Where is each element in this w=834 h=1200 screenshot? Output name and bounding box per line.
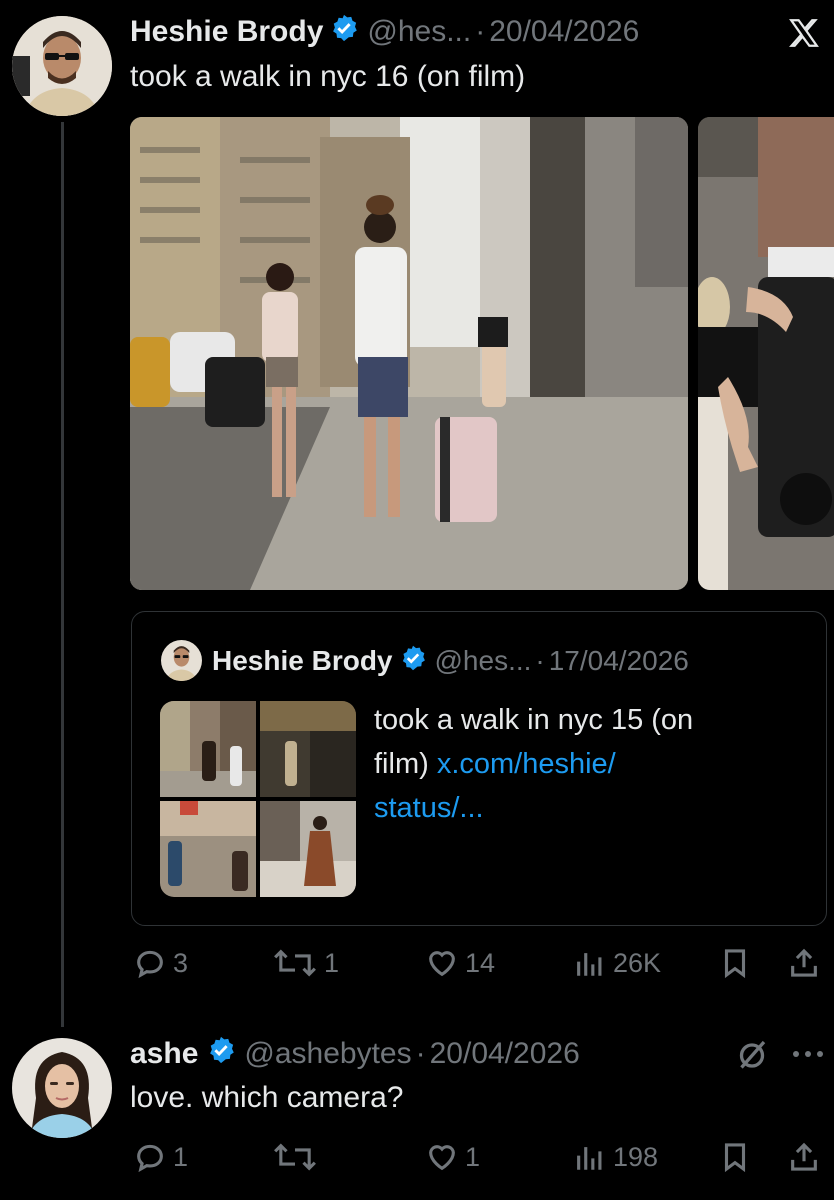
author-name[interactable]: Heshie Brody xyxy=(130,15,323,49)
reply-date[interactable]: 20/04/2026 xyxy=(430,1037,580,1071)
views-count: 26K xyxy=(613,947,662,978)
quote-link-continuation[interactable]: status/... xyxy=(374,786,693,830)
quote-author-handle: @hes... xyxy=(434,645,532,676)
tweet-date[interactable]: 20/04/2026 xyxy=(489,15,639,49)
tweet-photo-2[interactable] xyxy=(698,117,834,590)
like-count: 14 xyxy=(465,947,496,978)
quote-author-avatar xyxy=(161,640,202,681)
quote-text-line-1: took a walk in nyc 15 (on xyxy=(374,704,694,736)
like-button[interactable]: 14 xyxy=(425,946,495,980)
quote-author-name: Heshie Brody xyxy=(212,645,393,676)
views-count: 198 xyxy=(613,1141,659,1172)
reply-header: ashe @ashebytes · 20/04/2026 xyxy=(130,1034,580,1074)
repost-icon xyxy=(274,949,316,977)
heart-icon xyxy=(429,1145,455,1171)
reply-button[interactable]: 3 xyxy=(133,946,188,980)
tweet-header: Heshie Brody @hes... · 20/04/2026 xyxy=(130,12,639,52)
reply-count: 1 xyxy=(173,1141,189,1172)
tweet-photo-1[interactable] xyxy=(130,117,688,590)
author-avatar[interactable] xyxy=(12,16,112,116)
heart-icon xyxy=(429,951,455,977)
reply-button[interactable]: 1 xyxy=(133,1140,188,1174)
quote-link[interactable]: x.com/heshie/ xyxy=(437,748,616,780)
verified-badge-icon xyxy=(329,13,359,51)
quote-media-grid[interactable] xyxy=(160,701,356,897)
quote-thumb-1 xyxy=(160,701,256,797)
repost-icon xyxy=(274,1143,316,1171)
reply-icon xyxy=(137,950,163,979)
more-icon[interactable] xyxy=(790,1042,826,1071)
verified-badge-icon xyxy=(206,1035,236,1073)
thread-connector-line xyxy=(61,122,64,1027)
x-logo-icon[interactable] xyxy=(786,16,822,50)
reply-author-avatar[interactable] xyxy=(12,1038,112,1138)
like-count: 1 xyxy=(465,1141,481,1172)
separator-dot: · xyxy=(475,15,486,48)
bookmark-button[interactable] xyxy=(718,1140,752,1174)
repost-button[interactable]: 1 xyxy=(272,946,339,980)
quote-text-line-2: film) x.com/heshie/ xyxy=(374,742,693,786)
quote-text: took a walk in nyc 15 (on film) x.com/he… xyxy=(374,698,693,830)
share-button[interactable] xyxy=(787,1140,821,1174)
verified-badge-icon xyxy=(399,644,427,679)
repost-count: 1 xyxy=(324,947,340,978)
reply-author-handle[interactable]: @ashebytes xyxy=(244,1037,411,1071)
separator-dot: · xyxy=(415,1037,426,1070)
views-button[interactable]: 26K xyxy=(573,946,661,980)
share-icon xyxy=(791,948,817,977)
avatar-portrait-image xyxy=(12,16,112,116)
quote-thumb-2 xyxy=(260,701,356,797)
author-handle[interactable]: @hes... xyxy=(367,15,471,49)
bookmark-icon xyxy=(724,949,746,979)
separator-dot: · xyxy=(535,645,545,676)
mute-icon[interactable] xyxy=(734,1036,770,1077)
reply-icon xyxy=(137,1144,163,1173)
bookmark-icon xyxy=(724,1143,746,1173)
reply-avatar-portrait-image xyxy=(12,1038,112,1138)
like-button[interactable]: 1 xyxy=(425,1140,480,1174)
reply-author-name[interactable]: ashe xyxy=(130,1037,198,1071)
views-icon xyxy=(577,1147,602,1170)
quote-date: 17/04/2026 xyxy=(548,645,689,676)
views-icon xyxy=(577,953,602,976)
quote-thumb-3 xyxy=(160,801,256,897)
quote-thumb-4 xyxy=(260,801,356,897)
quote-header: Heshie Brody @hes... · 17/04/2026 xyxy=(212,642,689,680)
views-button[interactable]: 198 xyxy=(573,1140,658,1174)
reply-text: love. which camera? xyxy=(130,1081,404,1114)
quote-text-plain: film) xyxy=(374,748,429,780)
reply-count: 3 xyxy=(173,947,189,978)
bookmark-button[interactable] xyxy=(718,946,752,980)
share-button[interactable] xyxy=(787,946,821,980)
tweet-text: took a walk in nyc 16 (on film) xyxy=(130,60,526,93)
share-icon xyxy=(791,1142,817,1171)
repost-button[interactable] xyxy=(272,1140,324,1174)
